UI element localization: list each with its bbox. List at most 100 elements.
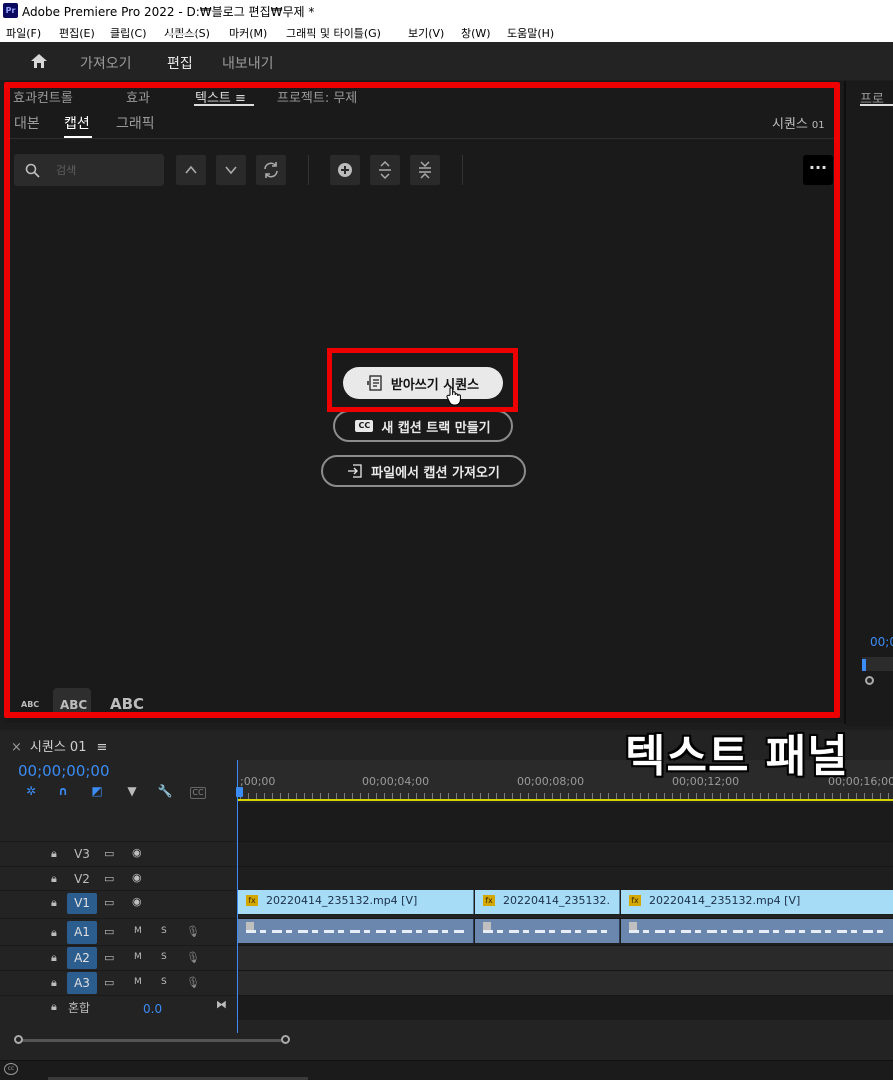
sync-lock-icon[interactable]: ▭ <box>104 896 114 909</box>
solo-button[interactable]: S <box>161 977 167 987</box>
track-a2[interactable] <box>238 945 893 970</box>
track-a3[interactable] <box>238 970 893 995</box>
track-header-mix: 🔒︎ 혼합 ⧓ <box>0 995 236 1020</box>
wrench-icon[interactable]: 🔧 <box>157 784 173 798</box>
timeline-horizontal-scrollbar[interactable] <box>18 1039 288 1042</box>
audio-clip[interactable] <box>238 919 474 943</box>
menu-marker[interactable]: 마커(M) <box>229 25 267 41</box>
eye-icon[interactable]: ◉ <box>132 895 142 908</box>
track-name-v2[interactable]: V2 <box>67 872 97 886</box>
fx-badge-icon <box>483 922 491 930</box>
menu-clip[interactable]: 클립(C) <box>110 25 147 41</box>
timeline-sequence-title: 시퀀스 01 <box>29 740 87 755</box>
track-mix[interactable] <box>238 995 893 1020</box>
lock-icon[interactable]: 🔒︎ <box>51 926 57 940</box>
microphone-icon[interactable]: 🎙︎ <box>186 951 200 964</box>
audio-waveform <box>483 930 613 933</box>
playhead-handle[interactable] <box>236 787 243 797</box>
go-to-end-icon[interactable]: ⧓ <box>216 998 227 1011</box>
track-name-a1[interactable]: A1 <box>67 921 97 944</box>
fx-badge-icon: fx <box>246 895 258 906</box>
lock-icon[interactable]: 🔒︎ <box>51 1000 57 1014</box>
workspace-tab-export[interactable]: 내보내기 <box>222 53 274 73</box>
audio-clip[interactable] <box>621 919 893 943</box>
mix-volume-value[interactable]: 0.0 <box>143 1002 162 1016</box>
ruler-label: 00;00;04;00 <box>362 775 430 788</box>
video-clip[interactable]: fx 20220414_235132. <box>475 890 620 914</box>
clip-name: 20220414_235132.mp4 [V] <box>649 894 801 907</box>
playhead-line <box>237 760 238 1033</box>
audio-clip[interactable] <box>475 919 620 943</box>
track-header-v2: 🔒︎ V2 ▭ ◉ <box>0 866 236 890</box>
lock-icon[interactable]: 🔒︎ <box>51 951 57 965</box>
workspace-bar: 가져오기 편집 내보내기 <box>0 42 893 80</box>
lock-icon[interactable]: 🔒︎ <box>51 976 57 990</box>
menu-help[interactable]: 도움말(H) <box>507 25 554 41</box>
program-timecode: 00;0 <box>870 635 893 649</box>
sync-lock-icon[interactable]: ▭ <box>104 847 114 860</box>
solo-button[interactable]: S <box>161 926 167 936</box>
timeline-tab[interactable]: × 시퀀스 01 ≡ <box>11 736 107 755</box>
timeline-timecode[interactable]: 00;00;00;00 <box>18 762 110 780</box>
mix-label: 혼합 <box>68 1001 91 1015</box>
track-name-a2[interactable]: A2 <box>67 947 97 969</box>
program-tab-underline <box>860 104 893 106</box>
captions-toggle-icon[interactable]: CC <box>190 787 206 799</box>
title-bar: Pr Adobe Premiere Pro 2022 - D:₩블로그 편집₩무… <box>0 0 893 22</box>
ruler-label: ;00;00 <box>240 775 276 788</box>
snap-icon[interactable]: ∩ <box>55 784 71 798</box>
menu-edit[interactable]: 편집(E) <box>59 25 95 41</box>
hamburger-icon[interactable]: ≡ <box>96 740 107 755</box>
program-mini-ruler <box>862 657 893 671</box>
program-zoom-knob[interactable] <box>865 676 874 685</box>
microphone-icon[interactable]: 🎙︎ <box>186 925 200 938</box>
ruler-label: 00;00;08;00 <box>517 775 585 788</box>
audio-waveform <box>246 930 467 933</box>
video-clip[interactable]: fx 20220414_235132.mp4 [V] <box>621 890 893 914</box>
mute-button[interactable]: M <box>134 952 142 962</box>
menu-window[interactable]: 창(W) <box>461 25 491 41</box>
track-name-a3[interactable]: A3 <box>67 972 97 994</box>
mute-button[interactable]: M <box>134 926 142 936</box>
lock-icon[interactable]: 🔒︎ <box>51 872 57 886</box>
video-clip[interactable]: fx 20220414_235132.mp4 [V] <box>238 890 474 914</box>
menu-view[interactable]: 보기(V) <box>408 25 444 41</box>
track-name-v1[interactable]: V1 <box>67 893 97 914</box>
linked-selection-icon[interactable]: ◩ <box>89 784 105 798</box>
add-marker-icon[interactable]: ▼ <box>124 784 140 798</box>
sync-lock-icon[interactable]: ▭ <box>104 951 114 964</box>
sync-lock-icon[interactable]: ▭ <box>104 976 114 989</box>
lock-icon[interactable]: 🔒︎ <box>51 896 57 910</box>
mute-button[interactable]: M <box>134 977 142 987</box>
track-name-v3[interactable]: V3 <box>67 847 97 861</box>
fx-badge-icon <box>246 922 254 930</box>
fx-badge-icon: fx <box>629 895 641 906</box>
window-title: Adobe Premiere Pro 2022 - D:₩블로그 편집₩무제 * <box>22 5 315 19</box>
program-playhead <box>862 659 866 671</box>
solo-button[interactable]: S <box>161 952 167 962</box>
workspace-tab-edit[interactable]: 편집 <box>167 53 193 73</box>
close-icon[interactable]: × <box>11 740 22 755</box>
lock-icon[interactable]: 🔒︎ <box>51 847 57 861</box>
program-monitor-panel <box>846 81 893 726</box>
creative-cloud-icon[interactable]: cc <box>4 1063 18 1075</box>
menu-graphics[interactable]: 그래픽 및 타이틀(G) <box>286 25 381 41</box>
fx-badge-icon <box>629 922 637 930</box>
work-area-bar[interactable] <box>238 799 893 801</box>
sync-lock-icon[interactable]: ▭ <box>104 872 114 885</box>
track-v3[interactable] <box>238 841 893 866</box>
timeline-empty-area <box>238 803 893 841</box>
eye-icon[interactable]: ◉ <box>132 846 142 859</box>
workspace-tab-import[interactable]: 가져오기 <box>80 53 132 73</box>
track-v2[interactable] <box>238 866 893 890</box>
home-icon[interactable] <box>30 53 48 69</box>
scroll-handle-right[interactable] <box>281 1035 290 1044</box>
menu-file[interactable]: 파일(F) <box>6 25 41 41</box>
clip-name: 20220414_235132. <box>503 894 610 907</box>
sync-lock-icon[interactable]: ▭ <box>104 925 114 938</box>
workspace-active-underline <box>167 33 196 35</box>
eye-icon[interactable]: ◉ <box>132 871 142 884</box>
scroll-handle-left[interactable] <box>14 1035 23 1044</box>
nest-sequence-icon[interactable]: ✲ <box>23 784 39 798</box>
microphone-icon[interactable]: 🎙︎ <box>186 976 200 989</box>
